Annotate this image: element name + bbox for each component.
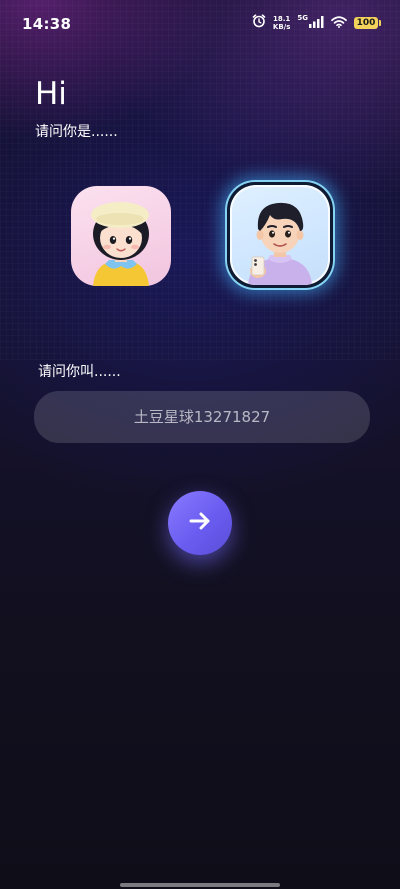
status-time: 14:38 (22, 15, 72, 33)
boy-avatar-selected-frame[interactable] (225, 180, 335, 290)
network-speed-unit: KB/s (272, 22, 291, 31)
home-indicator[interactable] (120, 883, 280, 887)
name-question: 请问你叫...... (38, 364, 121, 380)
battery-level: 100 (356, 17, 376, 28)
battery-icon: 100 (354, 16, 381, 29)
onboarding-screen: 14:38 18.1 KB/s 5G 100 Hi 请问你是...... 请问你… (0, 0, 400, 889)
network-type: 5G (297, 13, 308, 22)
greeting-title: Hi (35, 76, 67, 112)
girl-avatar[interactable] (71, 186, 171, 286)
background-pattern (0, 0, 400, 360)
boy-avatar[interactable] (230, 185, 330, 285)
network-speed-value: 18.1 (272, 14, 291, 23)
status-icons: 18.1 KB/s 5G 100 (252, 13, 381, 32)
wifi-icon (331, 13, 347, 32)
network-speed: 18.1 KB/s (273, 15, 290, 31)
signal-icon (309, 13, 324, 32)
girl-avatar-illustration (91, 202, 149, 286)
nickname-input[interactable] (34, 391, 370, 443)
role-question: 请问你是...... (35, 124, 118, 140)
arrow-right-icon (186, 507, 214, 539)
next-button[interactable] (168, 491, 232, 555)
alarm-icon (252, 13, 266, 32)
status-bar: 14:38 18.1 KB/s 5G 100 (0, 0, 400, 44)
boy-avatar-illustration (248, 202, 312, 285)
